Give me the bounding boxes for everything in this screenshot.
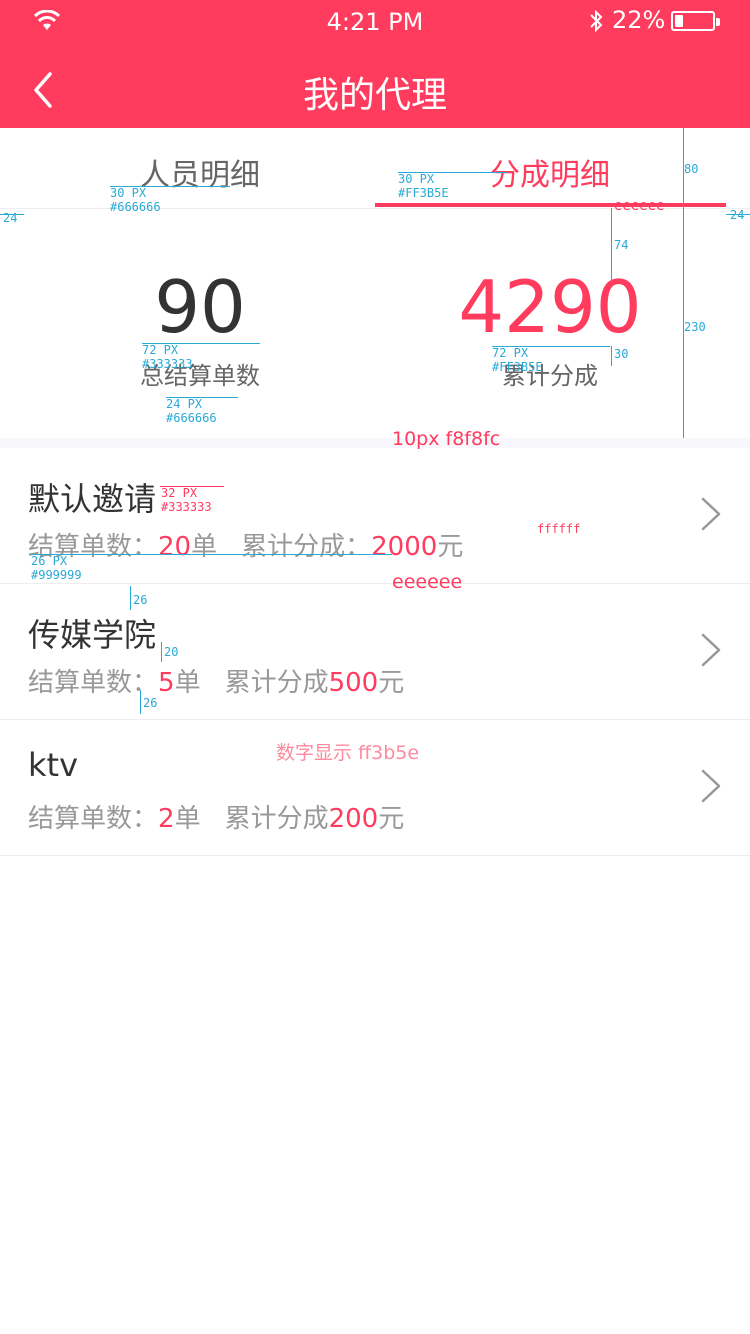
- share-unit: 元: [378, 804, 405, 834]
- chevron-right-icon: [701, 769, 721, 803]
- orders-unit: 单: [174, 804, 201, 834]
- ann-detail-color: #999999: [31, 568, 82, 582]
- ann-stat-right-color: #FF3B5E: [492, 360, 543, 374]
- page-title: 我的代理: [302, 75, 447, 116]
- item-name: 传媒学院: [28, 616, 157, 654]
- ann-divider-color: eeeeee: [614, 198, 665, 214]
- item-name: 默认邀请: [28, 480, 157, 518]
- share-label: 累计分成: [224, 668, 329, 698]
- battery-icon: [671, 11, 720, 31]
- ann-tab-left-font: 30 PX: [110, 186, 147, 200]
- share-unit: 元: [378, 668, 405, 698]
- agent-list: 默认邀请 结算单数：20单 累计分成：2000元 传媒学院 结算单数：5单 累计分成…: [0, 448, 750, 856]
- share-value: 200: [328, 804, 379, 834]
- total-share-value: 4290: [458, 265, 642, 349]
- share-value: 500: [328, 668, 379, 698]
- share-label: 累计分成：: [241, 532, 372, 562]
- agent-page: 4:21 PM 22% 我的代理 人员明细 分成明细 90 总结算单数 4290…: [0, 0, 750, 1334]
- tab-people-detail[interactable]: 人员明细: [30, 150, 370, 194]
- ann-stat-top: 74: [614, 238, 629, 252]
- ann-number-note: 数字显示 ff3b5e: [276, 742, 420, 764]
- section-gap: [0, 438, 750, 448]
- ann-detail-font: 26 PX: [31, 554, 68, 568]
- bluetooth-icon: [590, 9, 603, 33]
- ann-spacing-26-top: 26: [133, 593, 148, 607]
- battery-percent: 22%: [612, 6, 666, 34]
- ann-bg-white: ffffff: [537, 522, 581, 536]
- total-share-label: 累计分成: [502, 362, 598, 390]
- chevron-right-icon: [701, 633, 721, 667]
- orders-value: 20: [158, 532, 192, 562]
- ann-margin-right: 24: [730, 208, 745, 222]
- share-label: 累计分成: [224, 804, 329, 834]
- ann-gap-note: 10px f8f8fc: [392, 428, 501, 450]
- total-orders-label: 总结算单数: [140, 362, 260, 390]
- ann-stat-right-font: 72 PX: [492, 346, 529, 360]
- ann-tab-right-font: 30 PX: [398, 172, 435, 186]
- battery-tip: [716, 18, 720, 26]
- share-value: 2000: [371, 532, 438, 562]
- ann-spacing-20: 20: [164, 645, 179, 659]
- total-orders-value: 90: [154, 265, 246, 349]
- ann-tab-height: 80: [684, 162, 699, 176]
- item-detail: 结算单数：5单 累计分成500元: [28, 662, 404, 699]
- ann-stat-left-font: 72 PX: [142, 343, 179, 357]
- ann-stat-label-color: #666666: [166, 411, 217, 425]
- item-detail: 结算单数：2单 累计分成200元: [28, 798, 404, 835]
- list-item[interactable]: ktv 结算单数：2单 累计分成200元: [0, 720, 750, 856]
- header: 4:21 PM 22% 我的代理: [0, 0, 750, 128]
- ann-tab-left-color: #666666: [110, 200, 161, 214]
- ann-stat-label-font: 24 PX: [166, 397, 203, 411]
- ann-stat-block-height: 230: [684, 320, 706, 334]
- ann-name-color: #333333: [161, 500, 212, 514]
- ann-stat-gap: 30: [614, 347, 629, 361]
- orders-value: 5: [158, 668, 175, 698]
- ann-stat-left-color: #333333: [142, 357, 193, 371]
- chevron-right-icon: [701, 497, 721, 531]
- ann-tab-right-color: #FF3B5E: [398, 186, 449, 200]
- item-detail: 结算单数：20单 累计分成：2000元: [28, 526, 463, 563]
- item-name: ktv: [28, 746, 79, 784]
- orders-unit: 单: [174, 668, 201, 698]
- ann-row-border: eeeeee: [392, 571, 463, 593]
- list-item[interactable]: 传媒学院 结算单数：5单 累计分成500元: [0, 584, 750, 720]
- active-tab-indicator: [375, 203, 726, 207]
- ann-spacing-26-bottom: 26: [143, 696, 158, 710]
- ann-margin-left: 24: [3, 211, 18, 225]
- total-share-stat: 4290 累计分成: [380, 262, 720, 391]
- orders-unit: 单: [191, 532, 218, 562]
- list-item[interactable]: 默认邀请 结算单数：20单 累计分成：2000元: [0, 448, 750, 584]
- orders-label: 结算单数：: [28, 804, 159, 834]
- orders-label: 结算单数：: [28, 668, 159, 698]
- ann-name-font: 32 PX: [161, 486, 198, 500]
- orders-value: 2: [158, 804, 175, 834]
- total-orders-stat: 90 总结算单数: [30, 262, 370, 391]
- battery-level: [675, 15, 683, 27]
- share-unit: 元: [437, 532, 464, 562]
